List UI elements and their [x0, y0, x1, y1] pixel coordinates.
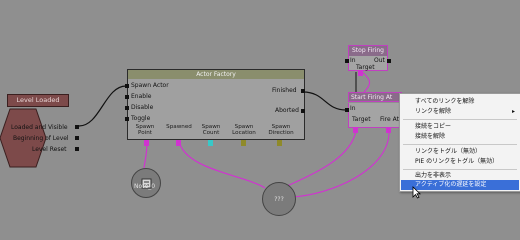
actor-factory-input-3: Toggle	[131, 115, 151, 122]
actor-factory-var-0: Spawn Point	[135, 124, 155, 136]
input-pin[interactable]	[125, 117, 129, 121]
menu-item-break-all-links[interactable]: すべてのリンクを解除	[401, 97, 519, 107]
mouse-cursor-icon	[412, 186, 421, 199]
level-loaded-output-1: Beginning of Level	[13, 135, 69, 142]
start-firing-in: In	[350, 105, 356, 112]
actor-factory-var-2: Spawn Count	[201, 124, 221, 136]
output-pin[interactable]	[75, 125, 79, 129]
menu-separator	[403, 169, 517, 170]
actor-factory-var-1: Spawned	[166, 124, 192, 130]
actor-factory-input-1: Enable	[131, 93, 152, 100]
level-loaded-title[interactable]: Level Loaded	[7, 94, 69, 107]
variable-pin[interactable]	[208, 140, 213, 146]
note-label: Note_0	[134, 183, 156, 190]
actor-factory-var-4: Spawn Direction	[268, 124, 294, 136]
variable-pin[interactable]	[144, 140, 149, 146]
menu-separator	[403, 144, 517, 145]
level-loaded-output-2: Level Reset	[32, 146, 67, 153]
stop-firing-in: In	[350, 57, 356, 64]
actor-factory-output-1: Aborted	[275, 107, 299, 114]
stop-firing-out: Out	[374, 57, 385, 64]
menu-item-paste-connections[interactable]: 接続を解除	[401, 132, 519, 142]
variable-pin[interactable]	[277, 140, 282, 146]
input-pin[interactable]	[125, 95, 129, 99]
actor-factory-input-2: Disable	[131, 104, 154, 111]
output-pin[interactable]	[75, 147, 79, 151]
context-menu: すべてのリンクを解除 リンクを解除 ▸ 接続をコピー 接続を解除 リンクをトグル（…	[399, 93, 520, 192]
start-firing-title[interactable]: Start Firing At	[348, 92, 402, 102]
variable-pin[interactable]	[176, 140, 181, 146]
unknown-variable-node[interactable]: ???	[262, 182, 296, 216]
menu-separator	[403, 119, 517, 120]
variable-pin[interactable]	[358, 70, 363, 76]
menu-item-break-link[interactable]: リンクを解除 ▸	[401, 107, 519, 117]
variable-pin[interactable]	[386, 127, 391, 133]
level-loaded-output-0: Loaded and Visible	[11, 124, 68, 131]
input-pin[interactable]	[345, 108, 349, 112]
actor-factory-output-0: Finished	[272, 87, 297, 94]
menu-item-toggle-link[interactable]: リンクをトグル（無効）	[401, 147, 519, 157]
menu-item-toggle-pie-link[interactable]: PIE のリンクをトグル（無効）	[401, 157, 519, 167]
output-pin[interactable]	[387, 59, 391, 63]
output-pin[interactable]	[301, 89, 305, 93]
start-firing-fire-at: Fire At	[380, 116, 399, 123]
input-pin[interactable]	[125, 106, 129, 110]
output-pin[interactable]	[301, 109, 305, 113]
variable-pin[interactable]	[241, 140, 246, 146]
unknown-variable-label: ???	[274, 195, 284, 203]
output-pin[interactable]	[75, 136, 79, 140]
input-pin[interactable]	[125, 84, 129, 88]
variable-pin[interactable]	[353, 127, 358, 133]
actor-factory-input-0: Spawn Actor	[131, 82, 169, 89]
actor-factory-var-3: Spawn Location	[232, 124, 256, 136]
input-pin[interactable]	[345, 59, 349, 63]
start-firing-target: Target	[352, 116, 371, 123]
submenu-arrow-icon: ▸	[511, 108, 515, 115]
menu-item-copy-connections[interactable]: 接続をコピー	[401, 122, 519, 132]
